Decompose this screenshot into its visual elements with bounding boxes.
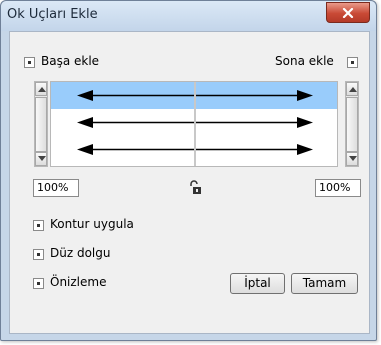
end-scroll-up-button[interactable] <box>346 82 358 96</box>
preview-checkbox[interactable] <box>33 278 44 289</box>
start-scroll-thumb[interactable] <box>35 97 47 152</box>
unlink-icon[interactable] <box>188 180 202 196</box>
solid-fill-label: Düz dolgu <box>50 246 111 260</box>
arrow-down-icon <box>349 156 357 161</box>
start-scrollbar[interactable] <box>34 81 48 167</box>
preview-label: Önizleme <box>50 275 107 289</box>
close-button[interactable] <box>326 2 370 23</box>
end-scroll-down-button[interactable] <box>346 152 358 166</box>
arrow-up-icon <box>349 87 357 92</box>
start-label: Başa ekle <box>41 54 100 68</box>
arrow-down-icon <box>38 156 46 161</box>
arrowhead-list[interactable] <box>50 81 338 167</box>
cancel-button[interactable]: İptal <box>230 273 285 294</box>
solid-fill-checkbox[interactable] <box>33 249 44 260</box>
start-checkbox[interactable] <box>24 57 35 68</box>
center-divider <box>194 82 196 166</box>
title-bar[interactable]: Ok Uçları Ekle <box>1 1 376 31</box>
start-scroll-down-button[interactable] <box>35 152 47 166</box>
start-scroll-up-button[interactable] <box>35 82 47 96</box>
dialog-window: Ok Uçları Ekle Başa ekle Sona ekle 100% … <box>0 0 377 341</box>
stroke-checkbox[interactable] <box>33 220 44 231</box>
close-icon <box>342 7 354 18</box>
arrow-up-icon <box>38 87 46 92</box>
window-title: Ok Uçları Ekle <box>7 7 98 22</box>
end-checkbox[interactable] <box>347 57 358 68</box>
end-scale-input[interactable]: 100% <box>315 179 361 197</box>
end-scroll-thumb[interactable] <box>346 97 358 152</box>
stroke-label: Kontur uygula <box>50 217 134 231</box>
end-label: Sona ekle <box>275 54 334 68</box>
start-scale-input[interactable]: 100% <box>33 179 79 197</box>
ok-button[interactable]: Tamam <box>291 273 358 294</box>
dialog-content: Başa ekle Sona ekle 100% 100% Kontur uyg… <box>9 31 370 334</box>
end-scrollbar[interactable] <box>345 81 359 167</box>
